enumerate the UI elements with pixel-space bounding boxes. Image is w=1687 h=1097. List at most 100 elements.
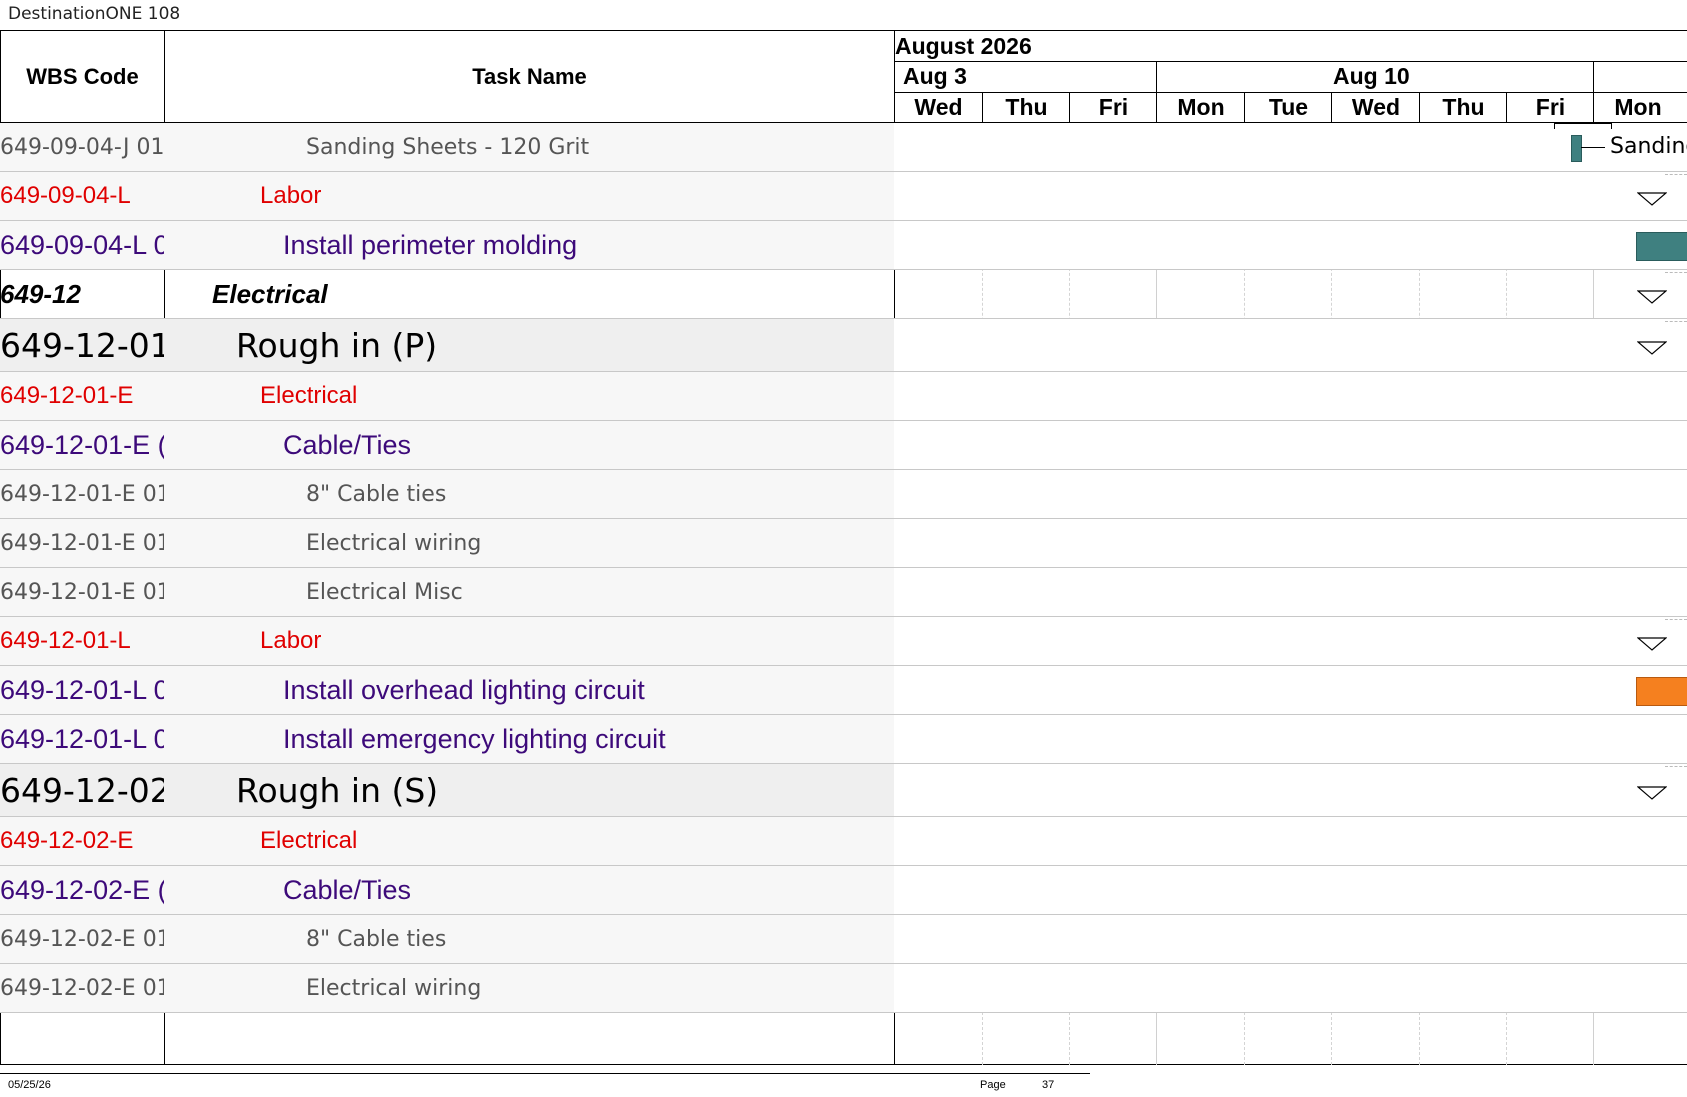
table-row[interactable]: 649-09-04-L 0 Install perimeter molding (0, 221, 1687, 269)
task-name-cell: Labor (260, 627, 322, 654)
task-name-cell: 8" Cable ties (306, 481, 447, 507)
table-row[interactable]: 649-12-01-E 01 Electrical Misc (0, 568, 1687, 616)
gantt-chart-cell (895, 421, 1687, 469)
wbs-code-cell: 649-12-01 (0, 325, 164, 365)
table-row[interactable]: 649-12-02 Rough in (S) (0, 764, 1687, 816)
gantt-chart-cell (895, 617, 1687, 665)
collapse-triangle-icon[interactable] (1637, 637, 1667, 655)
table-row[interactable]: 649-09-04-L Labor (0, 172, 1687, 220)
gantt-chart-cell (895, 270, 1687, 318)
task-name-cell: Electrical (260, 382, 358, 409)
collapse-triangle-icon[interactable] (1637, 341, 1667, 359)
gantt-chart-cell (895, 715, 1687, 763)
day-header-tue: Tue (1244, 93, 1332, 122)
gantt-chart-cell (895, 764, 1687, 816)
task-name-cell: 8" Cable ties (306, 926, 447, 952)
wbs-code-cell: 649-12-01-E 01 (0, 579, 164, 605)
day-header-fri: Fri (1069, 93, 1157, 122)
gantt-chart-cell: Sanding (895, 123, 1687, 171)
table-row[interactable]: 649-12-01-L 0 Install emergency lighting … (0, 715, 1687, 763)
table-row[interactable]: 649-12-02-E Electrical (0, 817, 1687, 865)
table-row[interactable]: 649-12-01-E (Cable/Ties (0, 421, 1687, 469)
wbs-code-cell: 649-09-04-L 0 (0, 229, 164, 260)
gantt-chart-cell (895, 866, 1687, 914)
task-name-cell: Install overhead lighting circuit (283, 674, 645, 705)
collapse-triangle-icon[interactable] (1637, 786, 1667, 804)
footer-page-label: Page (980, 1079, 1006, 1091)
day-header-wed: Wed (1331, 93, 1420, 122)
task-name-cell: Rough in (P) (236, 325, 438, 365)
document-title: DestinationONE 108 (8, 4, 181, 24)
task-name-cell: Electrical wiring (306, 975, 482, 1001)
wbs-code-cell: 649-09-04-L (0, 182, 131, 209)
bar-label: Sanding (1610, 134, 1687, 159)
task-name-cell: Sanding Sheets - 120 Grit (306, 134, 590, 160)
table-row[interactable]: 649-12-01-E 01 8" Cable ties (0, 470, 1687, 518)
gantt-chart-cell (895, 666, 1687, 714)
task-bar[interactable] (1571, 135, 1582, 162)
gantt-chart-cell (895, 372, 1687, 420)
table-row[interactable]: 649-12-01-L 0 Install overhead lighting c… (0, 666, 1687, 714)
bar-connector (1554, 123, 1612, 129)
task-name-cell: Electrical (212, 278, 328, 309)
table-row[interactable]: 649-12-02-E 01 Electrical wiring (0, 964, 1687, 1012)
gantt-chart-cell (895, 470, 1687, 518)
day-header-mon: Mon (1156, 93, 1245, 122)
wbs-code-cell: 649-09-04-J 01 (0, 134, 164, 160)
footer-divider (0, 1073, 1090, 1074)
wbs-code-cell: 649-12 (0, 278, 81, 309)
collapse-triangle-icon[interactable] (1637, 290, 1667, 308)
task-name-cell: Install perimeter molding (283, 229, 578, 260)
task-bar[interactable] (1636, 232, 1687, 261)
task-name-cell: Rough in (S) (236, 770, 439, 810)
day-header-fri: Fri (1506, 93, 1594, 122)
table-row[interactable]: 649-09-04-J 01 Sanding Sheets - 120 Grit S… (0, 123, 1687, 171)
gantt-chart-cell (895, 519, 1687, 567)
wbs-code-cell: 649-12-01-E 01 (0, 481, 164, 507)
table-row[interactable]: 649-12-01-E 01 Electrical wiring (0, 519, 1687, 567)
day-header-wed: Wed (914, 94, 963, 120)
wbs-code-cell: 649-12-01-E (0, 382, 134, 409)
task-name-cell: Electrical (260, 827, 358, 854)
table-row[interactable]: 649-12-02-E ( Cable/Ties (0, 866, 1687, 914)
task-name-cell: Electrical Misc (306, 579, 463, 605)
label-leader (1581, 147, 1605, 148)
wbs-code-cell: 649-12-02-E 01 (0, 975, 164, 1001)
wbs-code-cell: 649-12-02-E ( (0, 874, 164, 905)
day-header-thu: Thu (982, 93, 1070, 122)
gantt-chart-cell (895, 221, 1687, 269)
wbs-code-cell: 649-12-01-L 0 (0, 723, 164, 754)
table-row[interactable]: 649-12-02-E 01 8" Cable ties (0, 915, 1687, 963)
footer-date: 05/25/26 (8, 1079, 51, 1091)
collapse-triangle-icon[interactable] (1637, 192, 1667, 210)
task-name-header[interactable]: Task Name (165, 31, 894, 122)
table-row[interactable]: 649-12-01-E Electrical (0, 372, 1687, 420)
wbs-code-header[interactable]: WBS Code (1, 31, 164, 122)
gantt-chart-cell (895, 915, 1687, 963)
wbs-code-cell: 649-12-02 (0, 770, 164, 810)
table-row[interactable]: 649-12-01-L Labor (0, 617, 1687, 665)
wbs-code-cell: 649-12-02-E (0, 827, 134, 854)
wbs-code-cell: 649-12-01-L 0 (0, 674, 164, 705)
table-row[interactable]: 649-12 Electrical (0, 270, 1687, 318)
task-name-cell: Cable/Ties (283, 874, 412, 905)
gantt-chart-cell (895, 817, 1687, 865)
task-name-cell: Electrical wiring (306, 530, 482, 556)
task-bar[interactable] (1636, 677, 1687, 706)
wbs-code-cell: 649-12-02-E 01 (0, 926, 164, 952)
gantt-chart-cell (895, 568, 1687, 616)
table-row[interactable]: 649-12-01 Rough in (P) (0, 319, 1687, 371)
footer-page-number: 37 (1042, 1079, 1055, 1091)
gantt-chart-cell (895, 964, 1687, 1012)
task-name-cell: Labor (260, 182, 322, 209)
day-header-mon: Mon (1593, 93, 1682, 122)
gantt-chart-cell (895, 319, 1687, 371)
gantt-chart-cell (895, 172, 1687, 220)
wbs-code-cell: 649-12-01-E ( (0, 429, 164, 460)
week-label-aug-3: Aug 3 (903, 63, 967, 89)
day-header-thu: Thu (1419, 93, 1507, 122)
wbs-code-cell: 649-12-01-E 01 (0, 530, 164, 556)
week-label-aug-10: Aug 10 (1333, 63, 1410, 89)
month-label: August 2026 (895, 33, 1032, 59)
wbs-code-cell: 649-12-01-L (0, 627, 131, 654)
